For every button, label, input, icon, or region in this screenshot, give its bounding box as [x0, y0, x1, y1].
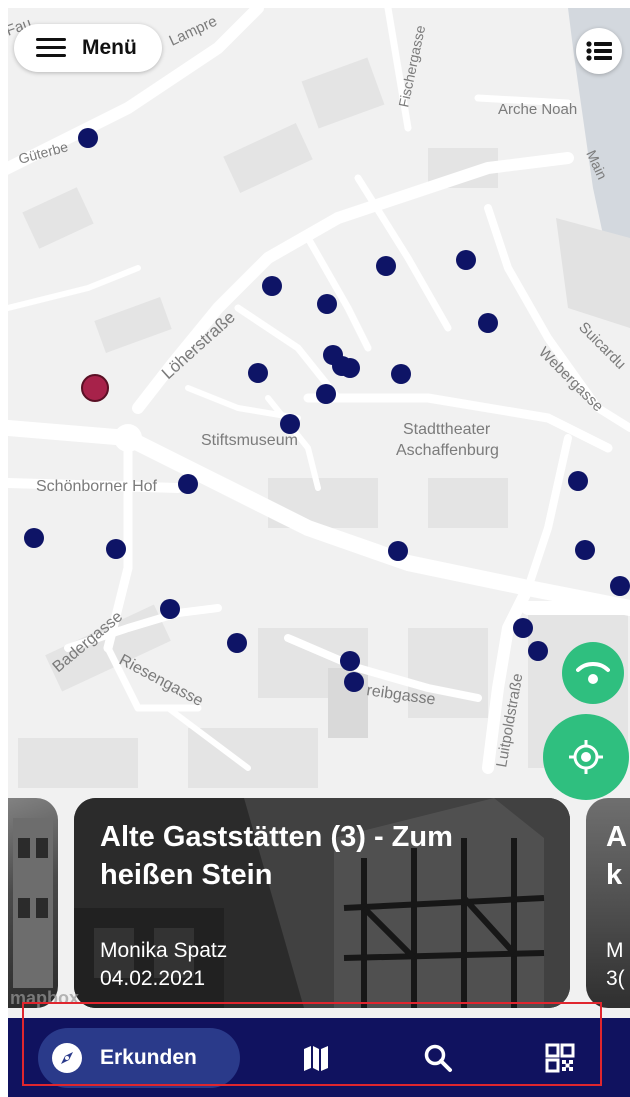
story-title: Alte Gaststätten (3) - Zum heißen Stein	[100, 821, 453, 891]
story-card-previous[interactable]	[8, 798, 58, 1008]
street-label-arche-noah: Arche Noah	[498, 101, 577, 118]
map-marker[interactable]	[280, 414, 300, 434]
map-marker[interactable]	[248, 363, 268, 383]
my-location-icon	[569, 740, 603, 774]
story-card[interactable]: Alte Gaststätten (3) - Zum heißen Stein …	[74, 798, 570, 1008]
story-date: 3(	[606, 967, 625, 990]
map-marker[interactable]	[106, 539, 126, 559]
map-marker[interactable]	[391, 364, 411, 384]
wifi-signal-icon	[576, 662, 610, 684]
menu-button[interactable]: Menü	[14, 24, 162, 72]
street-label-stadttheater-2: Aschaffenburg	[396, 442, 499, 459]
map-marker[interactable]	[160, 599, 180, 619]
app-screen: Fau Lampre Fischergasse Arche Noah Main …	[8, 8, 630, 1097]
street-label-schoenborner-hof: Schönborner Hof	[36, 478, 158, 495]
map-marker[interactable]	[568, 471, 588, 491]
map-marker[interactable]	[340, 358, 360, 378]
map-marker[interactable]	[610, 576, 630, 596]
map-marker[interactable]	[24, 528, 44, 548]
map-marker[interactable]	[340, 651, 360, 671]
highlight-box	[22, 1002, 602, 1086]
street-label-stadttheater-1: Stadttheater	[403, 421, 491, 438]
map-marker[interactable]	[316, 384, 336, 404]
map-marker[interactable]	[388, 541, 408, 561]
list-icon	[586, 41, 612, 61]
map-marker[interactable]	[262, 276, 282, 296]
story-carousel[interactable]: Alte Gaststätten (3) - Zum heißen Stein …	[8, 798, 630, 1008]
map-marker[interactable]	[575, 540, 595, 560]
story-date: 04.02.2021	[100, 967, 206, 990]
locate-me-button[interactable]	[543, 714, 629, 800]
map-marker[interactable]	[376, 256, 396, 276]
story-title: A k	[606, 821, 627, 891]
menu-label: Menü	[82, 36, 137, 59]
map-marker[interactable]	[317, 294, 337, 314]
map-marker[interactable]	[78, 128, 98, 148]
map-marker[interactable]	[456, 250, 476, 270]
story-card-next[interactable]: A k M 3(	[586, 798, 630, 1008]
story-image	[13, 818, 53, 988]
list-view-button[interactable]	[576, 28, 622, 74]
map-marker[interactable]	[478, 313, 498, 333]
street-label-stiftsmuseum: Stiftsmuseum	[201, 432, 298, 449]
hamburger-icon	[36, 38, 66, 58]
story-author: M	[606, 939, 624, 962]
map-marker[interactable]	[227, 633, 247, 653]
map-marker[interactable]	[178, 474, 198, 494]
nearby-signal-button[interactable]	[562, 642, 624, 704]
map-marker[interactable]	[344, 672, 364, 692]
map-marker[interactable]	[513, 618, 533, 638]
map-marker-selected[interactable]	[81, 374, 109, 402]
story-author: Monika Spatz	[100, 939, 228, 962]
map-marker[interactable]	[528, 641, 548, 661]
